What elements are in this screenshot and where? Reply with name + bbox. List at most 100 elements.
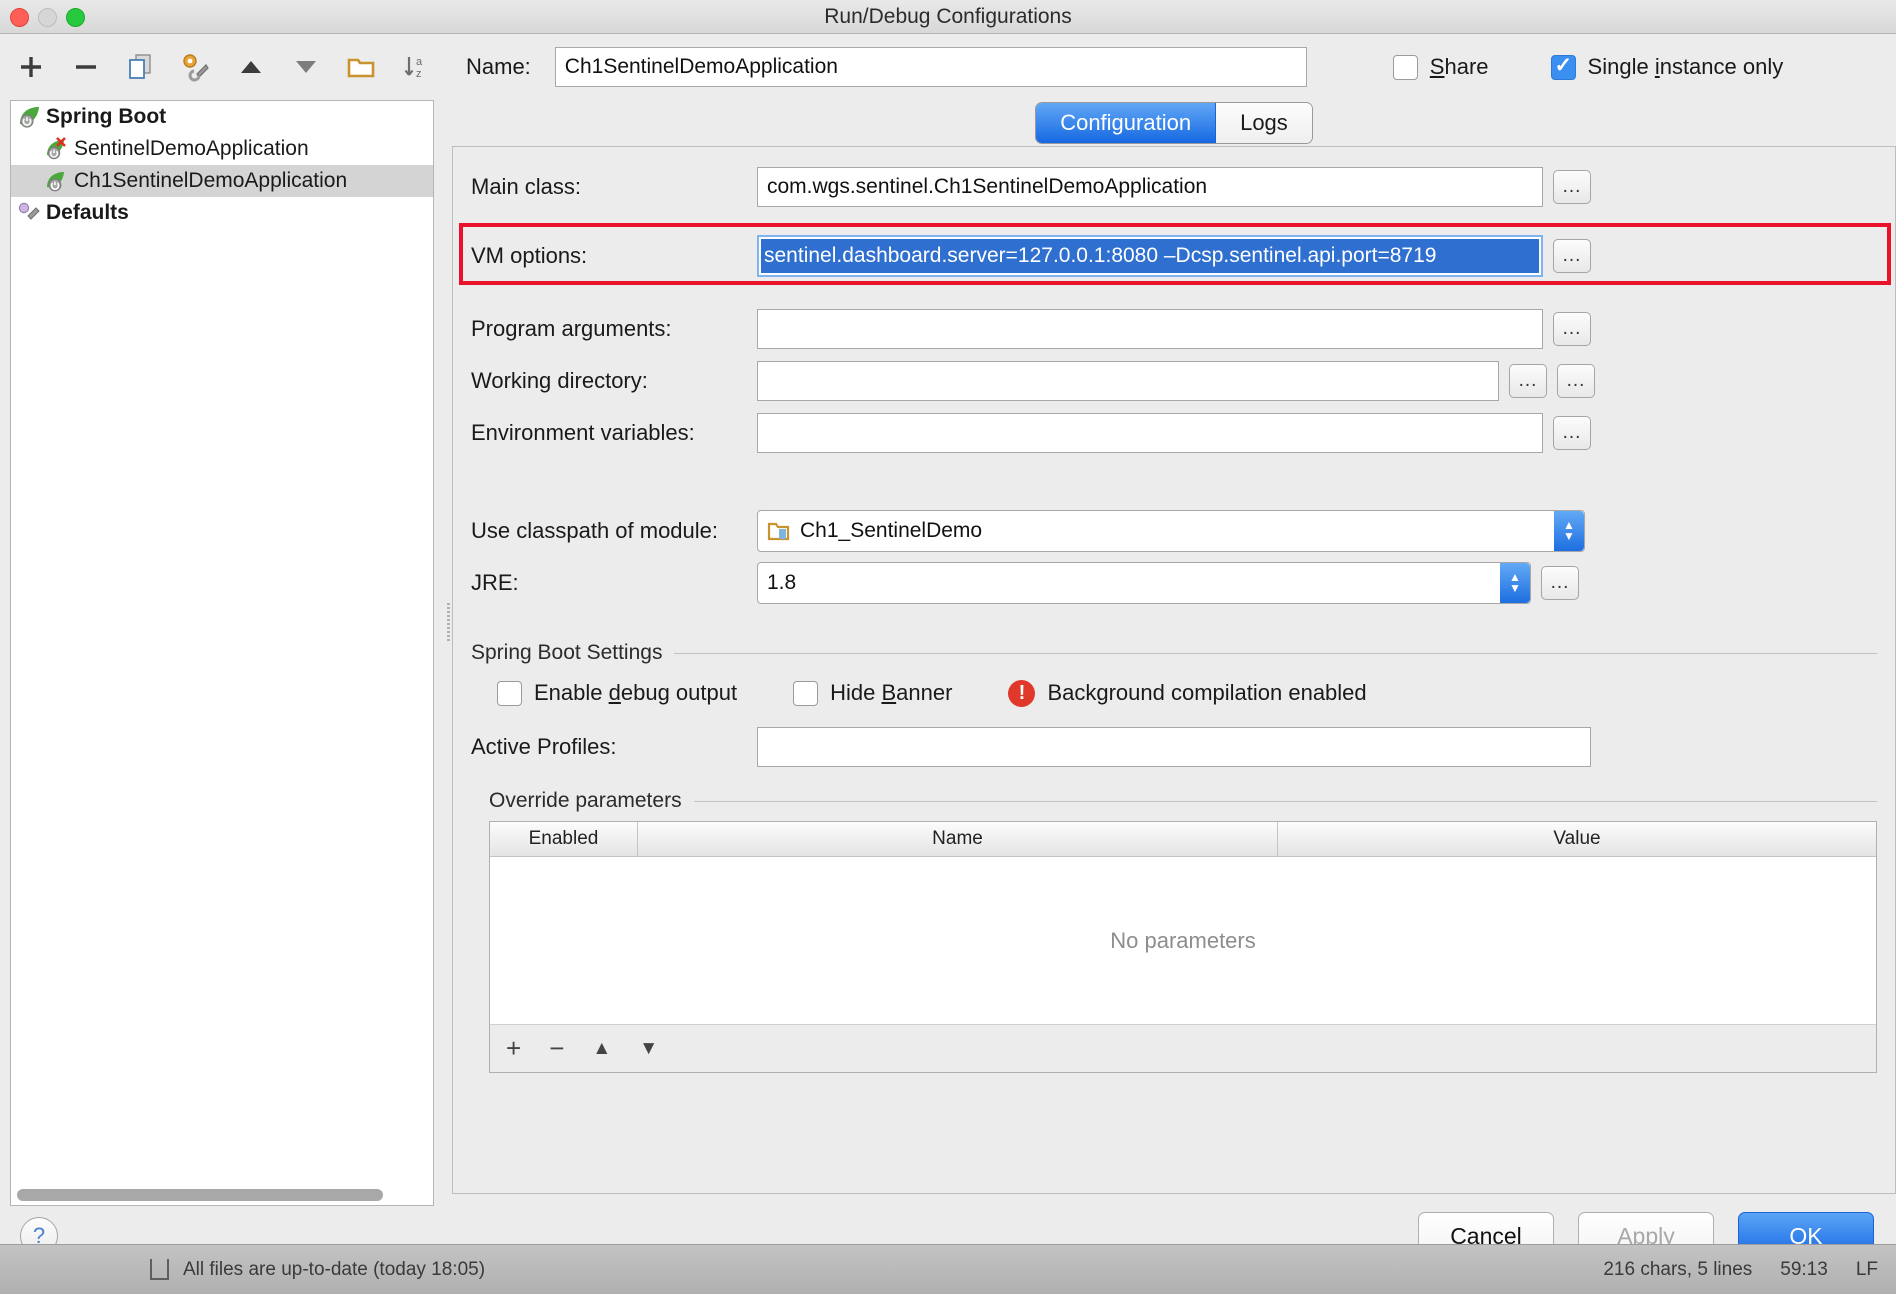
background-compilation-status: ! Background compilation enabled bbox=[1008, 679, 1367, 707]
hide-banner-checkbox-box[interactable] bbox=[793, 680, 819, 706]
jre-value: 1.8 bbox=[767, 571, 797, 594]
classpath-module-label: Use classpath of module: bbox=[471, 518, 719, 543]
name-label: Name: bbox=[466, 54, 531, 79]
dialog-body: a z Spring Boot SentinelDemoApplication … bbox=[0, 34, 1896, 1260]
column-header-enabled[interactable]: Enabled bbox=[490, 822, 638, 856]
status-line-separator[interactable]: LF bbox=[1856, 1259, 1878, 1281]
tree-node-defaults[interactable]: Defaults bbox=[11, 197, 433, 229]
main-class-label: Main class: bbox=[471, 174, 582, 199]
vm-options-row: VM options: sentinel.dashboard.server=12… bbox=[471, 235, 1591, 277]
override-parameters-title: Override parameters bbox=[489, 789, 682, 812]
tree-node-label: Spring Boot bbox=[46, 105, 167, 128]
working-directory-input[interactable] bbox=[757, 361, 1499, 401]
configurations-tree[interactable]: Spring Boot SentinelDemoApplication Ch1S… bbox=[10, 100, 434, 1206]
spring-leaf-icon bbox=[45, 169, 71, 193]
remove-configuration-button[interactable] bbox=[69, 50, 103, 84]
tree-node-sentineldemoapplication[interactable]: SentinelDemoApplication bbox=[11, 133, 433, 165]
share-label: Share bbox=[1429, 54, 1489, 79]
jre-select[interactable]: 1.8 ▲ ▼ bbox=[757, 562, 1531, 604]
share-checkbox[interactable]: Share bbox=[1392, 54, 1489, 80]
vm-options-label: VM options: bbox=[471, 243, 588, 268]
pane-splitter-handle[interactable] bbox=[444, 594, 452, 652]
column-header-value[interactable]: Value bbox=[1278, 822, 1876, 856]
vm-options-selected-text: sentinel.dashboard.server=127.0.0.1:8080… bbox=[761, 239, 1539, 273]
environment-variables-edit-button[interactable]: ... bbox=[1553, 416, 1591, 450]
save-indicator-icon bbox=[150, 1259, 169, 1280]
main-class-input[interactable]: com.wgs.sentinel.Ch1SentinelDemoApplicat… bbox=[757, 167, 1543, 207]
section-divider bbox=[674, 652, 1877, 654]
add-configuration-button[interactable] bbox=[14, 50, 48, 84]
configuration-form-panel: Main class: com.wgs.sentinel.Ch1Sentinel… bbox=[452, 146, 1896, 1194]
main-class-row: Main class: com.wgs.sentinel.Ch1Sentinel… bbox=[453, 161, 1895, 213]
program-arguments-label: Program arguments: bbox=[471, 316, 672, 341]
override-parameters-section: Override parameters bbox=[453, 789, 1895, 813]
copy-configuration-icon[interactable] bbox=[124, 50, 158, 84]
name-input[interactable]: Ch1SentinelDemoApplication bbox=[554, 47, 1307, 87]
spring-boot-checkboxes: Enable debug output Hide Banner ! Backgr… bbox=[453, 665, 1895, 721]
name-row: Name: Ch1SentinelDemoApplication Share S… bbox=[452, 34, 1896, 100]
spring-boot-settings-section: Spring Boot Settings bbox=[453, 641, 1895, 665]
enable-debug-output-checkbox[interactable]: Enable debug output bbox=[497, 680, 737, 706]
environment-variables-input[interactable] bbox=[757, 413, 1543, 453]
jre-chevron-icon[interactable]: ▲ ▼ bbox=[1500, 563, 1530, 603]
classpath-module-chevron-icon[interactable]: ▲ ▼ bbox=[1554, 511, 1584, 551]
status-caret-position[interactable]: 59:13 bbox=[1780, 1259, 1828, 1281]
spring-leaf-icon bbox=[17, 105, 43, 129]
svg-text:a: a bbox=[416, 56, 423, 68]
close-window-button[interactable] bbox=[10, 8, 29, 27]
section-divider bbox=[693, 800, 1877, 802]
svg-text:z: z bbox=[416, 68, 422, 80]
working-directory-browse-button[interactable]: ... bbox=[1509, 364, 1547, 398]
warning-icon: ! bbox=[1008, 679, 1036, 707]
program-arguments-input[interactable] bbox=[757, 309, 1543, 349]
edit-templates-wrench-icon[interactable] bbox=[179, 50, 213, 84]
move-up-icon[interactable] bbox=[234, 50, 268, 84]
hide-banner-checkbox[interactable]: Hide Banner bbox=[793, 680, 952, 706]
tree-node-ch1sentineldemoapplication[interactable]: Ch1SentinelDemoApplication bbox=[11, 165, 433, 197]
minimize-window-button[interactable] bbox=[38, 8, 57, 27]
classpath-module-row: Use classpath of module: Ch1_SentinelDem… bbox=[453, 505, 1895, 557]
single-instance-checkbox[interactable]: Single instance only bbox=[1550, 53, 1783, 80]
spring-leaf-error-icon bbox=[45, 137, 71, 161]
jre-label: JRE: bbox=[471, 570, 519, 595]
working-directory-macro-button[interactable]: ... bbox=[1557, 364, 1595, 398]
wrench-icon bbox=[17, 201, 43, 225]
table-header: Enabled Name Value bbox=[490, 822, 1876, 856]
hide-banner-label: Hide Banner bbox=[830, 680, 953, 705]
tree-node-spring-boot[interactable]: Spring Boot bbox=[11, 101, 433, 133]
move-parameter-down-button[interactable]: ▼ bbox=[639, 1038, 658, 1060]
enable-debug-output-checkbox-box[interactable] bbox=[497, 680, 522, 706]
table-empty-state: No parameters bbox=[490, 856, 1876, 1024]
window-title: Run/Debug Configurations bbox=[824, 5, 1072, 28]
remove-parameter-button[interactable]: − bbox=[549, 1033, 564, 1064]
active-profiles-label: Active Profiles: bbox=[471, 734, 617, 759]
status-chars-count: 216 chars, 5 lines bbox=[1603, 1258, 1753, 1280]
configurations-toolbar: a z bbox=[0, 34, 444, 100]
zoom-window-button[interactable] bbox=[66, 8, 85, 27]
tab-configuration[interactable]: Configuration bbox=[1036, 103, 1217, 143]
classpath-module-select[interactable]: Ch1_SentinelDemo ▲ ▼ bbox=[757, 510, 1585, 552]
header-checkboxes: Share Single instance only bbox=[1392, 53, 1783, 80]
tree-node-label: SentinelDemoApplication bbox=[74, 137, 309, 160]
column-header-name[interactable]: Name bbox=[638, 822, 1278, 856]
active-profiles-input[interactable] bbox=[757, 727, 1591, 767]
working-directory-row: Working directory: ... ... bbox=[453, 355, 1895, 407]
tab-logs[interactable]: Logs bbox=[1216, 103, 1312, 143]
program-arguments-expand-button[interactable]: ... bbox=[1553, 312, 1591, 346]
main-class-browse-button[interactable]: ... bbox=[1553, 170, 1591, 204]
left-pane: a z Spring Boot SentinelDemoApplication … bbox=[0, 34, 444, 1206]
sort-alphabetically-icon[interactable]: a z bbox=[399, 50, 433, 84]
right-pane: Name: Ch1SentinelDemoApplication Share S… bbox=[452, 34, 1896, 1244]
folder-icon[interactable] bbox=[344, 50, 378, 84]
module-folder-icon bbox=[767, 520, 791, 542]
move-down-icon[interactable] bbox=[289, 50, 323, 84]
move-parameter-up-button[interactable]: ▲ bbox=[592, 1038, 611, 1060]
vm-options-input[interactable]: sentinel.dashboard.server=127.0.0.1:8080… bbox=[757, 235, 1543, 277]
tree-node-label: Defaults bbox=[46, 201, 129, 224]
share-checkbox-box[interactable] bbox=[1392, 54, 1418, 80]
add-parameter-button[interactable]: + bbox=[506, 1033, 521, 1064]
jre-browse-button[interactable]: ... bbox=[1541, 566, 1579, 600]
vm-options-expand-button[interactable]: ... bbox=[1553, 239, 1591, 273]
jre-row: JRE: 1.8 ▲ ▼ ... bbox=[453, 557, 1895, 609]
single-instance-checkbox-box[interactable] bbox=[1550, 53, 1576, 80]
